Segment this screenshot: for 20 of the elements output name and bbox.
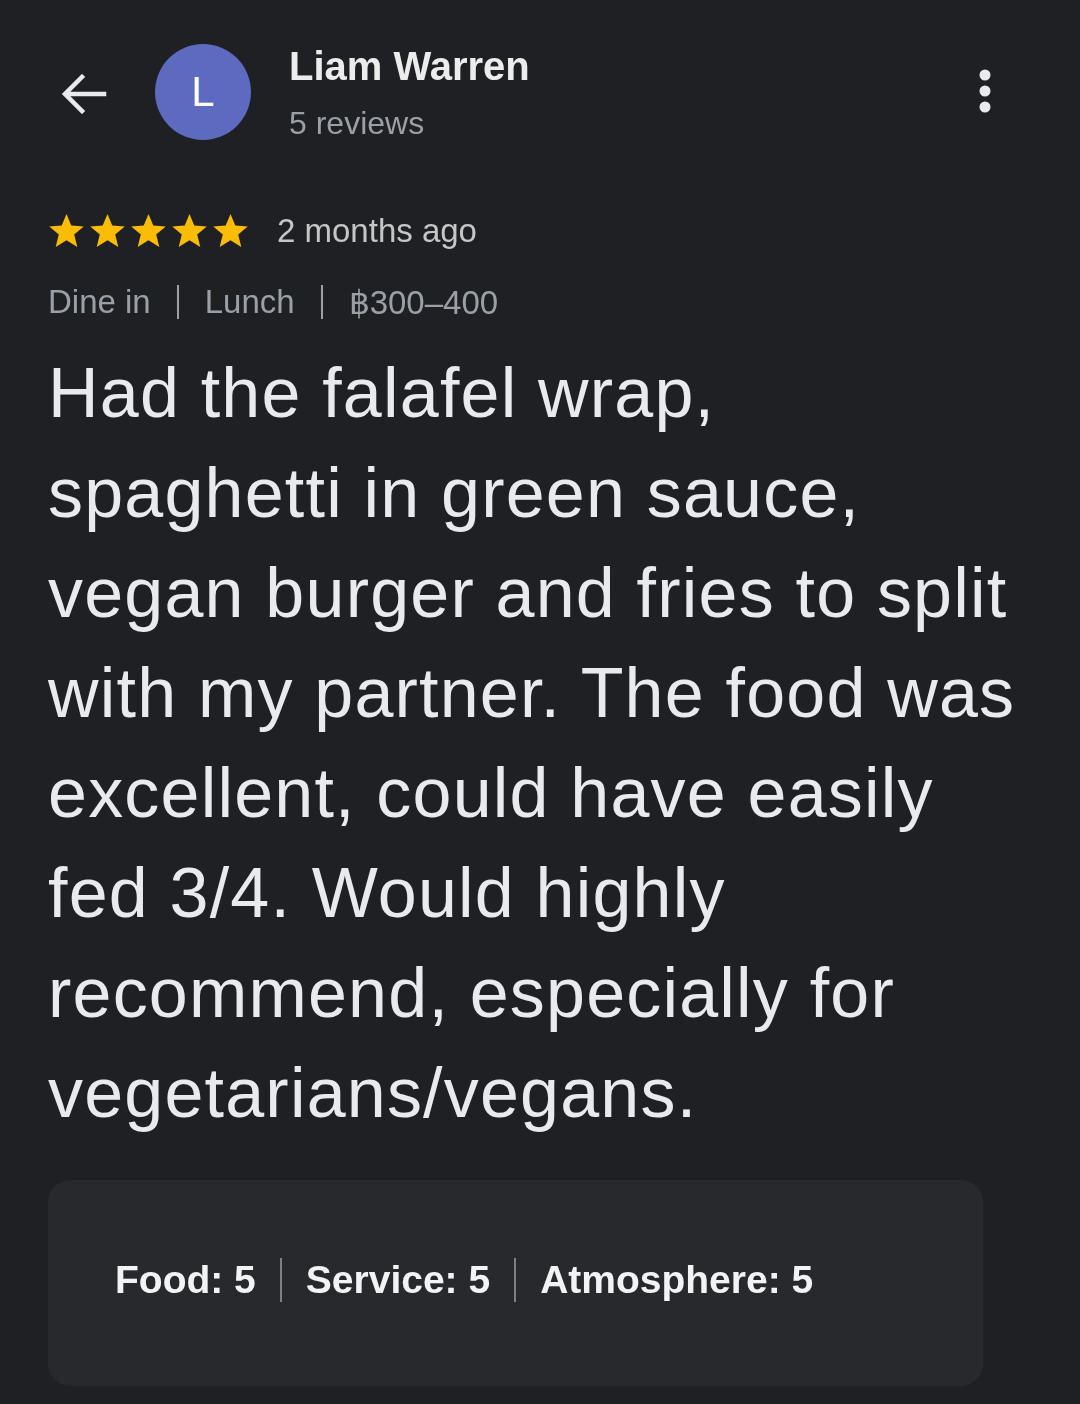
star-icon: [48, 213, 85, 249]
review-text: Had the falafel wrap, spaghetti in green sauce, vegan burger and fries to split with my partner. The food was excellent, could have easily fed 3/4. Would highly recommend, especially for vegetarians/vegans.: [48, 353, 1017, 1134]
review-count: 5 reviews: [289, 104, 426, 143]
rating-score: Food: 5: [115, 1258, 256, 1302]
visit-tag: ฿300–400: [348, 282, 499, 322]
star-icon: [212, 213, 249, 249]
star-icon: [130, 213, 167, 249]
review-time: 2 months ago: [277, 212, 477, 250]
avatar[interactable]: L: [155, 44, 251, 140]
more-options-icon: [979, 69, 991, 113]
back-button[interactable]: [60, 72, 108, 116]
visit-tag: Lunch: [204, 283, 295, 321]
rating-score: Service: 5: [305, 1258, 491, 1302]
reviewer-name[interactable]: Liam Warren: [289, 40, 978, 92]
star-icon: [89, 213, 126, 249]
back-arrow-icon: [61, 74, 107, 114]
star-icon: [171, 213, 208, 249]
more-options-button[interactable]: [978, 68, 992, 114]
visit-tag: Dine in: [48, 283, 151, 321]
rating-score: Atmosphere: 5: [540, 1258, 814, 1302]
